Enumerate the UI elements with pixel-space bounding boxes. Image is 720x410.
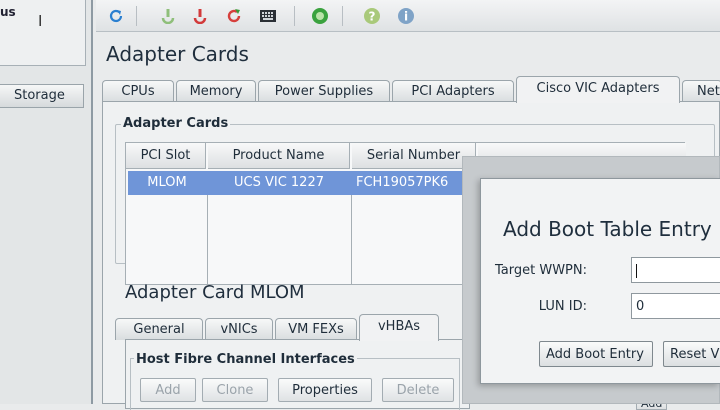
storage-tab[interactable]: Storage	[0, 84, 84, 108]
tab-vm-fexs[interactable]: VM FEXs	[275, 318, 357, 340]
column-header-pci-slot[interactable]: PCI Slot	[126, 143, 206, 169]
column-header-product-name[interactable]: Product Name	[208, 143, 350, 169]
tab-network[interactable]: Net	[682, 80, 720, 102]
clone-button[interactable]: Clone	[202, 378, 268, 402]
target-wwpn-label: Target WWPN:	[494, 263, 587, 278]
tab-vnics[interactable]: vNICs	[205, 318, 273, 340]
toolbar-separator	[136, 6, 137, 26]
add-boot-table-entry-dialog: Add Boot Table Entry Target WWPN: LUN ID…	[480, 178, 720, 384]
toolbar-separator	[342, 6, 343, 26]
delete-button[interactable]: Delete	[382, 378, 454, 402]
tab-vhbas[interactable]: vHBAs	[359, 314, 439, 341]
text-cursor-icon: Ⅰ	[38, 12, 43, 30]
tab-bar: CPUs Memory Power Supplies PCI Adapters …	[102, 76, 720, 103]
left-navigation-panel: us Ⅰ Storage	[0, 0, 93, 404]
toolbar-separator	[294, 6, 295, 26]
text-caret	[636, 263, 637, 278]
vhbas-panel: Host Fibre Channel Interfaces Add Clone …	[125, 339, 470, 410]
help-icon[interactable]: ?	[362, 6, 382, 26]
cell-pci-slot: MLOM	[147, 175, 187, 190]
tab-cpus[interactable]: CPUs	[102, 80, 174, 102]
lun-id-label: LUN ID:	[538, 299, 587, 314]
status-label: us	[0, 5, 16, 19]
properties-button[interactable]: Properties	[278, 378, 372, 402]
column-divider	[351, 195, 352, 284]
page-title: Adapter Cards	[106, 42, 249, 66]
column-divider	[207, 195, 208, 284]
reset-icon[interactable]	[224, 6, 244, 26]
toolbar: ? i	[96, 0, 720, 32]
adapter-card-title: Adapter Card MLOM	[125, 282, 305, 303]
tab-general[interactable]: General	[115, 318, 203, 340]
cell-serial-number: FCH19057PK6	[356, 175, 449, 190]
tab-memory[interactable]: Memory	[176, 80, 256, 102]
cell-product-name: UCS VIC 1227	[234, 175, 324, 190]
adapter-card-tab-bar: General vNICs VM FEXs vHBAs	[115, 314, 485, 341]
refresh-icon[interactable]	[106, 6, 126, 26]
globe-icon[interactable]	[310, 6, 330, 26]
info-icon[interactable]: i	[396, 6, 416, 26]
add-boot-entry-button[interactable]: Add Boot Entry	[539, 341, 653, 367]
tab-pci-adapters[interactable]: PCI Adapters	[392, 80, 514, 102]
tab-power-supplies[interactable]: Power Supplies	[258, 80, 390, 102]
lun-id-input[interactable]: 0	[631, 293, 720, 319]
tab-cisco-vic-adapters[interactable]: Cisco VIC Adapters	[516, 76, 680, 103]
power-off-icon[interactable]	[190, 6, 210, 26]
adapter-cards-group-label: Adapter Cards	[121, 116, 231, 131]
kvm-console-icon[interactable]	[258, 6, 278, 26]
target-wwpn-input[interactable]	[631, 257, 720, 283]
svg-text:i: i	[404, 10, 408, 24]
reset-values-button[interactable]: Reset V	[663, 341, 720, 367]
power-on-icon[interactable]	[158, 6, 178, 26]
dialog-title: Add Boot Table Entry	[503, 217, 712, 241]
host-fibre-channel-label: Host Fibre Channel Interfaces	[134, 352, 357, 367]
svg-text:?: ?	[369, 10, 376, 24]
status-box: us Ⅰ	[0, 0, 86, 66]
column-header-serial-number[interactable]: Serial Number	[352, 143, 476, 169]
add-button[interactable]: Add	[140, 378, 196, 402]
